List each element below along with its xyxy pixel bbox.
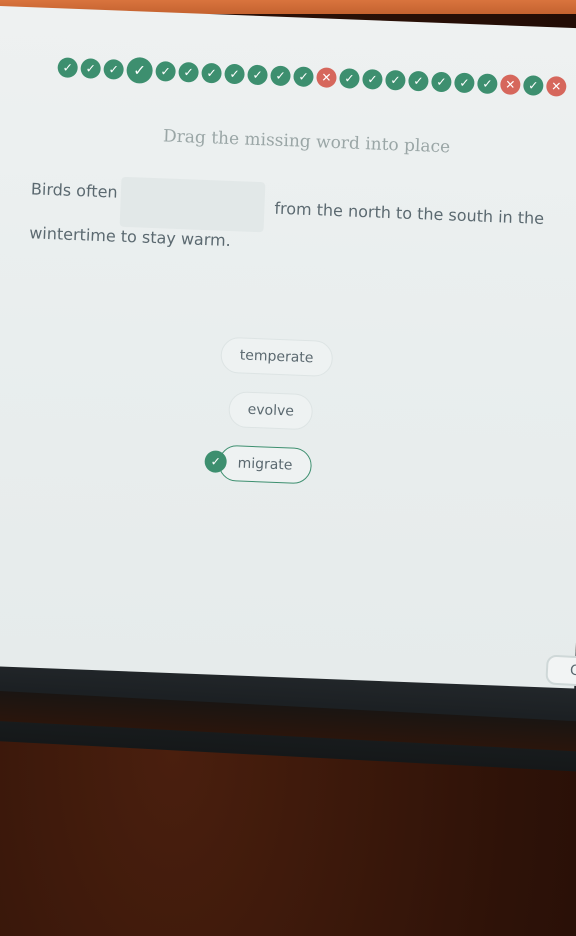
progress-dot-correct-icon: ✓ — [476, 73, 498, 95]
progress-dot-correct-icon: ✓ — [57, 57, 79, 79]
progress-dot-correct-icon: ✓ — [454, 72, 475, 94]
lesson-screen: ✓ ✓ ✓ ✓ ✓ ✓ ✓ ✓ ✓ ✓ ✓ ✕ ✓ ✓ ✓ ✓ ✓ ✓ ✓ ✕ ✓ ✕ Drag the missing … — [0, 6, 576, 689]
progress-dot-correct-icon: ✓ — [178, 61, 199, 83]
progress-dot-correct-icon: ✓ — [431, 71, 452, 93]
progress-dot-current-icon: ✓ — [126, 56, 154, 84]
edge-button[interactable]: C — [545, 654, 576, 688]
sentence-start: Birds often — [30, 179, 119, 202]
progress-dot-correct-icon: ✓ — [339, 68, 360, 89]
choice-migrate[interactable]: migrate — [217, 444, 313, 485]
progress-dot-correct-icon: ✓ — [293, 66, 314, 88]
answer-drop-zone[interactable] — [119, 176, 266, 233]
progress-dot-incorrect-icon: ✕ — [545, 76, 567, 97]
progress-dot-correct-icon: ✓ — [247, 64, 268, 86]
choice-evolve[interactable]: evolve — [228, 391, 314, 431]
progress-dot-correct-icon: ✓ — [408, 70, 429, 92]
instruction-text: Drag the missing word into place — [162, 126, 451, 158]
progress-dot-correct-icon: ✓ — [201, 62, 222, 84]
progress-dot-correct-icon: ✓ — [103, 59, 125, 80]
progress-dot-correct-icon: ✓ — [224, 63, 245, 85]
progress-tracker: ✓ ✓ ✓ ✓ ✓ ✓ ✓ ✓ ✓ ✓ ✓ ✕ ✓ ✓ ✓ ✓ ✓ ✓ ✓ ✕ ✓ ✕ — [57, 54, 567, 100]
choice-temperate[interactable]: temperate — [220, 336, 334, 378]
progress-dot-correct-icon: ✓ — [385, 69, 406, 91]
progress-dot-incorrect-icon: ✕ — [316, 67, 337, 88]
progress-dot-correct-icon: ✓ — [155, 61, 176, 82]
progress-dot-correct-icon: ✓ — [522, 75, 544, 96]
progress-dot-correct-icon: ✓ — [80, 58, 102, 79]
progress-dot-correct-icon: ✓ — [270, 65, 291, 87]
progress-dot-incorrect-icon: ✕ — [499, 74, 521, 96]
progress-dot-correct-icon: ✓ — [362, 68, 383, 90]
sentence-end: from the north to the south in the — [274, 198, 545, 229]
